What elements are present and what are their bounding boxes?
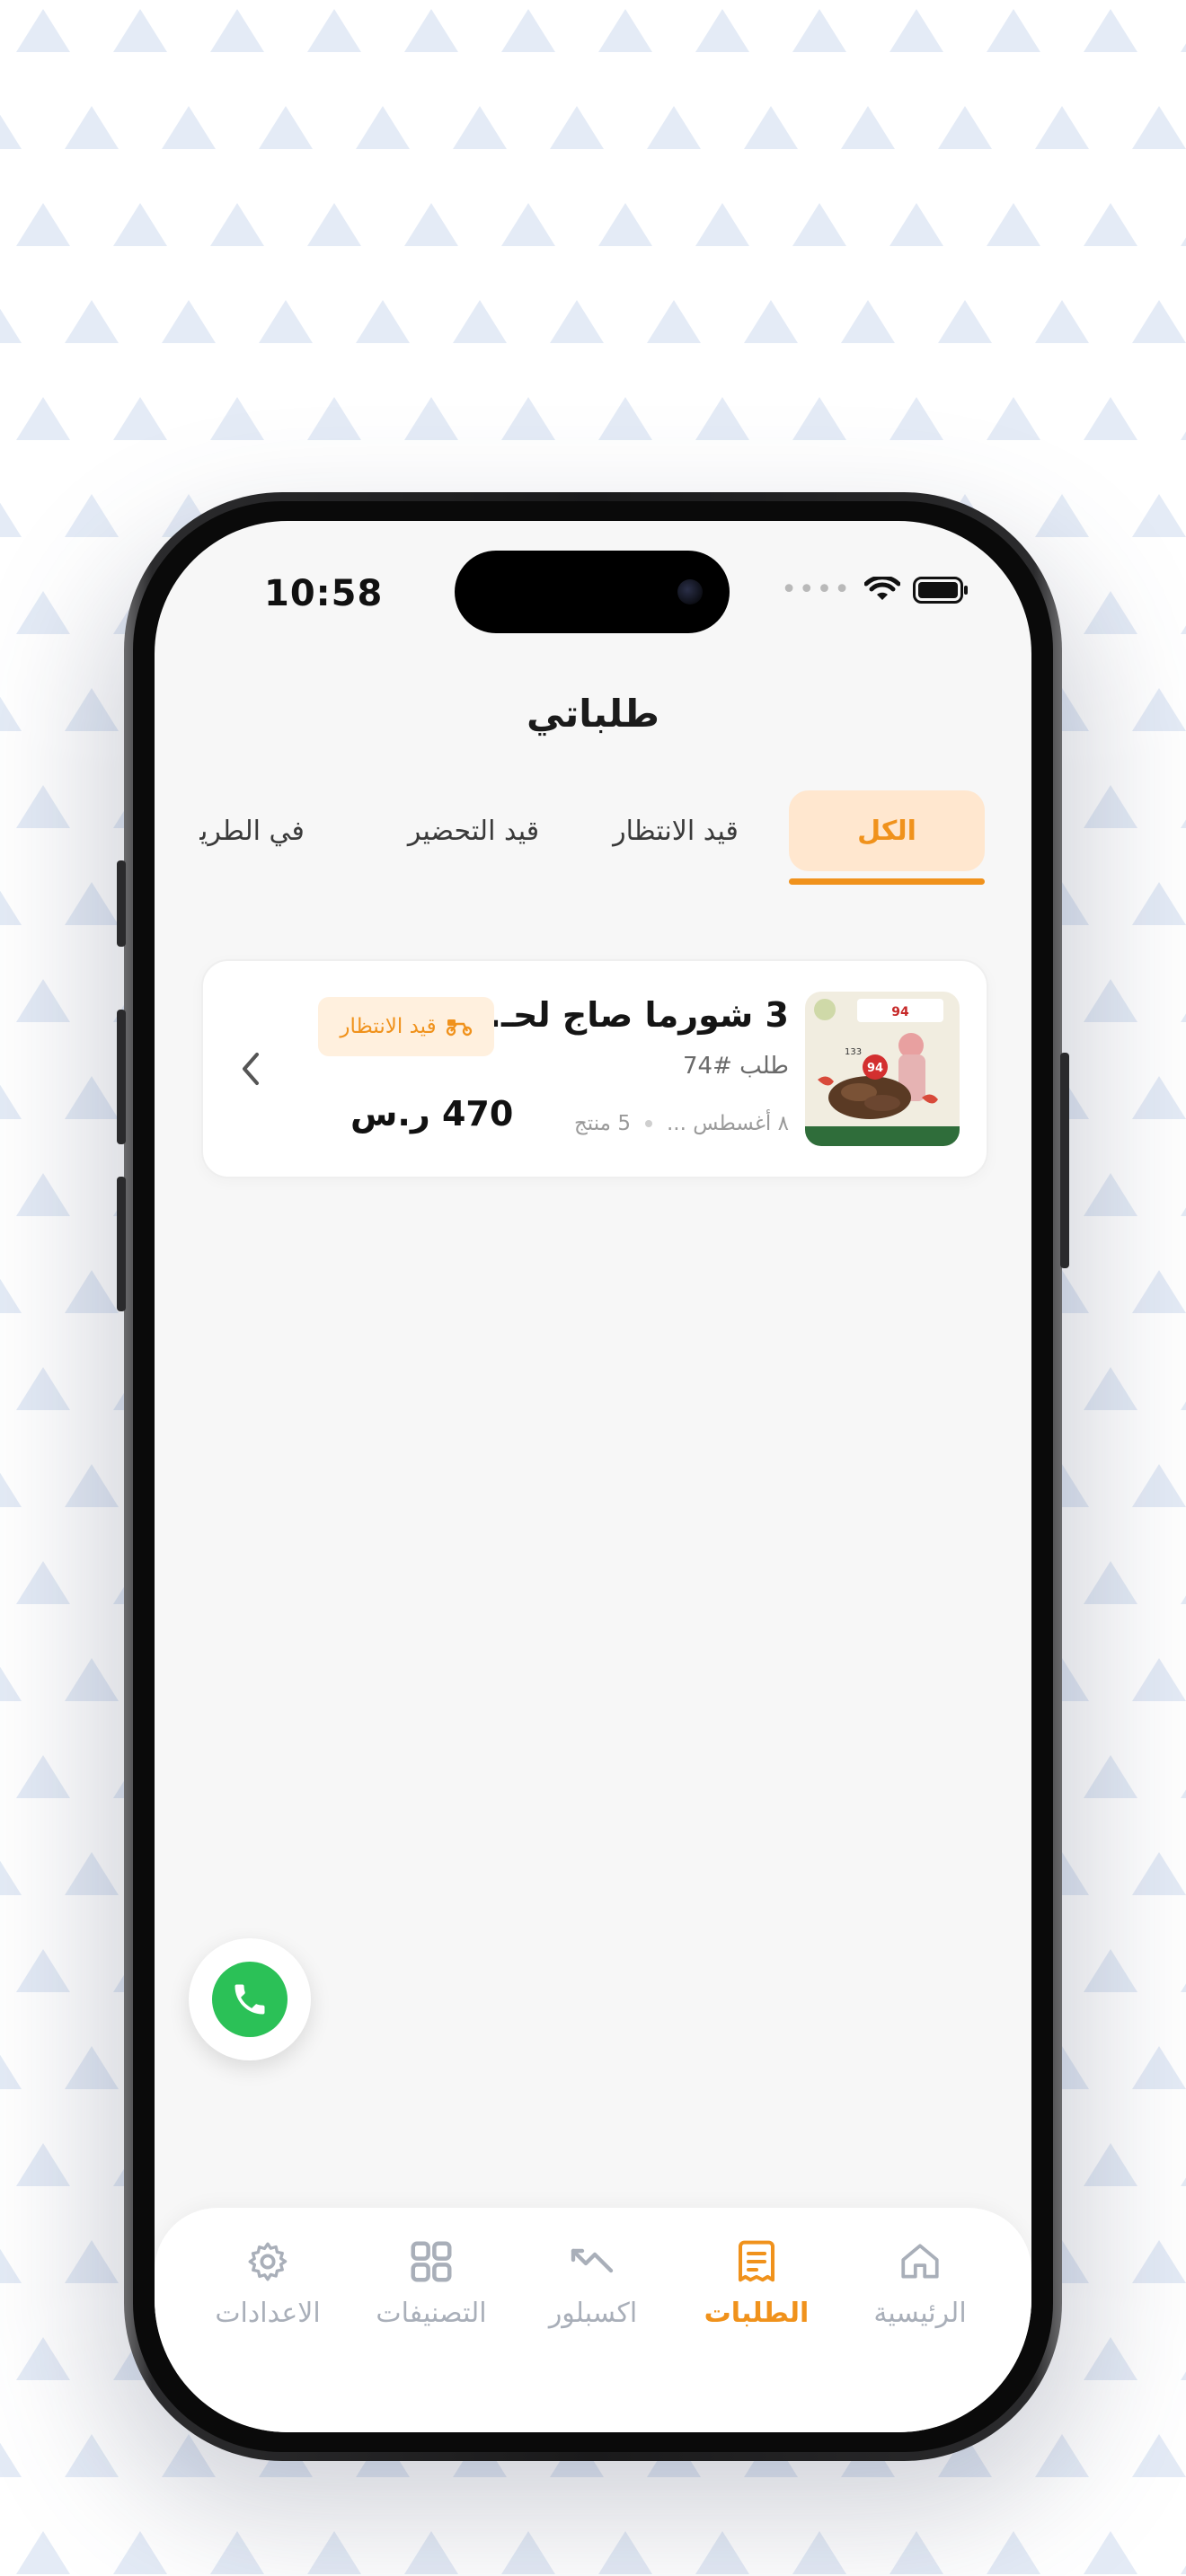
tab-label: في الطريق	[199, 815, 305, 847]
status-icons: ••••	[781, 577, 969, 604]
order-meta: ٨ أغسطس ... 5 منتج	[574, 1112, 789, 1135]
orders-icon	[738, 2240, 775, 2282]
nav-label: التصنيفات	[376, 2298, 487, 2329]
signal-dots-icon: ••••	[781, 574, 852, 605]
status-badge: قيد الانتظار	[318, 997, 494, 1056]
thumb-headline-price: 94	[891, 1005, 909, 1019]
side-button-volume-up	[117, 1010, 126, 1144]
phone-icon	[235, 1984, 265, 2015]
order-thumbnail: 94 94 133	[805, 992, 960, 1146]
order-date: ٨ أغسطس ...	[666, 1112, 789, 1135]
page-title: طلباتي	[527, 692, 659, 736]
tab-active-indicator	[789, 878, 985, 885]
call-button[interactable]	[189, 1938, 311, 2060]
order-card[interactable]: 94 94 133 3 شورما صاج لحـ... طلب #74 ٨ أ…	[201, 959, 988, 1178]
food-promo-image: 94 94 133	[805, 992, 960, 1146]
tab-pending[interactable]: قيد الانتظار	[586, 790, 766, 871]
tab-preparing[interactable]: قيد التحضير	[379, 790, 568, 871]
side-button-volume-down	[117, 1177, 126, 1311]
nav-orders[interactable]: الطلبات	[676, 2235, 837, 2329]
tab-all[interactable]: الكل	[789, 790, 985, 871]
order-title: 3 شورما صاج لحـ...	[462, 995, 789, 1035]
order-price: 470 ر.س	[350, 1094, 514, 1134]
nav-home[interactable]: الرئيسية	[839, 2235, 1001, 2329]
nav-explore[interactable]: اكسبلور	[512, 2235, 674, 2329]
order-number: طلب #74	[683, 1053, 789, 1080]
nav-categories[interactable]: التصنيفات	[350, 2235, 512, 2329]
order-items-count: 5 منتج	[573, 1112, 631, 1135]
tab-label: قيد الانتظار	[613, 815, 739, 847]
wifi-icon	[864, 577, 900, 600]
app-screen: 10:58 •••• طلباتي الكل قيد الانتظار قيد …	[155, 521, 1031, 2432]
tab-on-the-way[interactable]: في الطريق	[199, 790, 307, 871]
meta-separator	[644, 1120, 652, 1127]
dynamic-island	[455, 551, 730, 633]
nav-label: الرئيسية	[873, 2298, 967, 2329]
call-button-circle	[212, 1962, 288, 2037]
thumb-price: 94	[867, 1062, 883, 1075]
delivery-scooter-icon	[446, 1019, 472, 1037]
camera-icon	[677, 579, 703, 604]
bottom-navigation: الرئيسية الطلبات اكسبلور التصنيفات الاعد…	[155, 2208, 1031, 2432]
nav-label: الاعدادات	[215, 2298, 321, 2329]
home-icon	[901, 2244, 939, 2279]
nav-label: الطلبات	[704, 2298, 810, 2329]
nav-settings[interactable]: الاعدادات	[187, 2235, 349, 2329]
nav-label: اكسبلور	[548, 2298, 638, 2329]
tab-label: الكل	[857, 815, 916, 847]
tab-label: قيد التحضير	[407, 815, 540, 847]
order-status-tabs: الكل قيد الانتظار قيد التحضير في الطريق	[155, 790, 1031, 889]
battery-icon	[913, 577, 968, 604]
chevron-left-icon[interactable]	[235, 1049, 268, 1089]
home-indicator	[458, 2404, 728, 2413]
explore-icon	[571, 2248, 614, 2273]
side-button-power	[1060, 1053, 1069, 1268]
status-label: قيد الانتظار	[340, 1015, 437, 1038]
side-button-silent	[117, 860, 126, 947]
settings-icon	[248, 2242, 288, 2281]
categories-icon	[411, 2241, 452, 2282]
status-time: 10:58	[264, 573, 384, 614]
thumb-small-number: 133	[845, 1047, 862, 1057]
